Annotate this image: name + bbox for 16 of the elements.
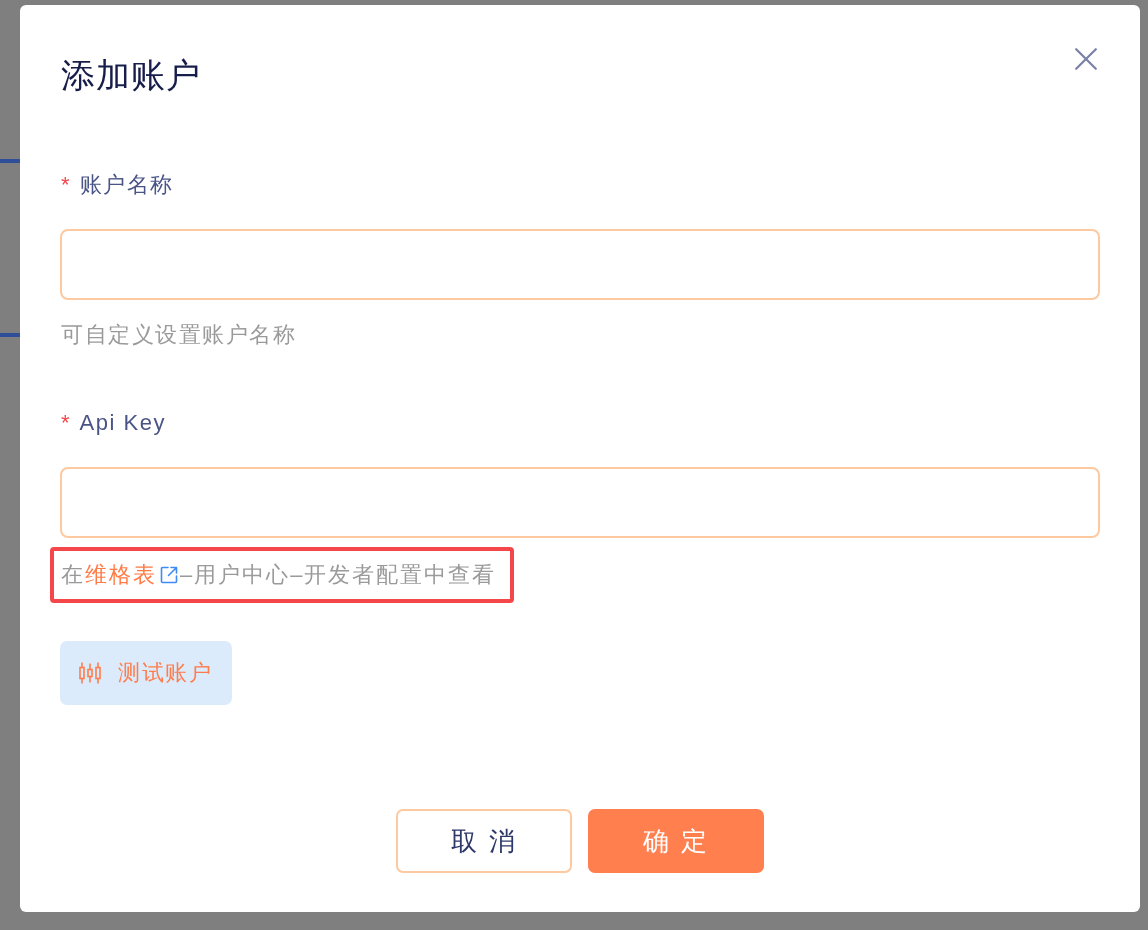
input-field[interactable]: [60, 229, 1100, 300]
dialog-title: 添加账户: [61, 55, 201, 96]
external-link-icon: [160, 566, 178, 584]
confirm-button[interactable]: 确 定: [588, 809, 764, 873]
text-link[interactable]: 维格表: [85, 561, 178, 589]
candlestick-icon: [79, 662, 101, 684]
test-account-button[interactable]: 测试账户: [60, 641, 232, 705]
field-label: 账户名称: [79, 171, 174, 199]
field-hint: 可自定义设置账户名称: [61, 321, 296, 349]
field-label: Api Key: [79, 409, 166, 437]
required-mark: *: [61, 409, 70, 437]
close-icon[interactable]: [1075, 48, 1097, 70]
cancel-button[interactable]: 取 消: [396, 809, 572, 873]
input-field[interactable]: [60, 467, 1100, 538]
field-hint: 在维格表 –用户中心–开发者配置中查看: [61, 562, 497, 587]
required-mark: *: [61, 171, 70, 199]
